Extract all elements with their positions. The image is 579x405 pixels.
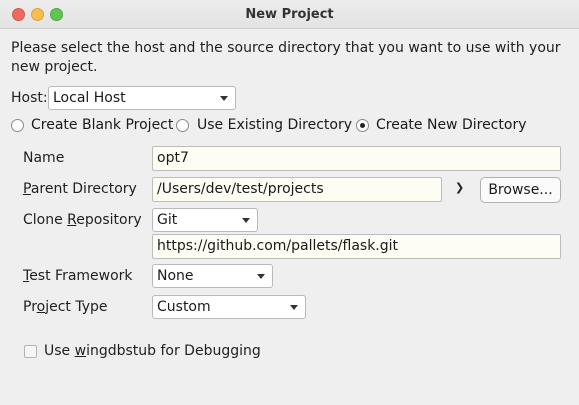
repository-url-field[interactable]: https://github.com/pallets/flask.git <box>152 234 561 259</box>
radio-create-blank-project[interactable] <box>11 119 24 132</box>
clone-repository-label: Clone Repository <box>23 212 142 228</box>
host-label: Host: <box>11 90 48 106</box>
name-label: Name <box>23 150 65 166</box>
new-project-dialog: New Project Please select the host and t… <box>0 0 579 405</box>
browse-button[interactable]: Browse... <box>480 177 561 203</box>
parent-directory-label-rest: arent Directory <box>30 181 137 197</box>
radio-create-new-directory[interactable] <box>356 119 369 132</box>
test-framework-select-value: None <box>157 268 194 284</box>
intro-text: Please select the host and the source di… <box>11 40 561 75</box>
chevron-down-icon <box>257 274 265 279</box>
vcs-select[interactable]: Git <box>152 208 258 232</box>
project-type-label: Project Type <box>23 299 108 315</box>
wingdbstub-label[interactable]: Use wingdbstub for Debugging <box>44 343 261 359</box>
test-framework-select[interactable]: None <box>152 264 273 288</box>
radio-label-create-blank-project[interactable]: Create Blank Project <box>31 116 173 135</box>
chevron-down-icon <box>290 305 298 310</box>
radio-label-use-existing-directory[interactable]: Use Existing Directory <box>197 116 352 135</box>
wingdbstub-checkbox[interactable] <box>24 345 37 358</box>
window-title: New Project <box>245 7 334 22</box>
recent-directories-chevron-icon[interactable]: ❯ <box>455 181 464 195</box>
project-type-select[interactable]: Custom <box>152 295 306 319</box>
host-select[interactable]: Local Host <box>48 86 236 110</box>
radio-use-existing-directory[interactable] <box>176 119 189 132</box>
parent-directory-label: Parent Directory <box>23 181 137 197</box>
test-framework-label: Test Framework <box>23 268 133 284</box>
project-type-select-value: Custom <box>157 299 211 315</box>
name-field[interactable]: opt7 <box>152 146 561 171</box>
chevron-down-icon <box>242 218 250 223</box>
radio-label-create-new-directory[interactable]: Create New Directory <box>376 116 526 135</box>
parent-directory-field[interactable]: /Users/dev/test/projects <box>152 177 442 202</box>
chevron-down-icon <box>220 96 228 101</box>
title-bar: New Project <box>0 0 579 29</box>
host-select-value: Local Host <box>53 90 126 106</box>
vcs-select-value: Git <box>157 212 178 228</box>
